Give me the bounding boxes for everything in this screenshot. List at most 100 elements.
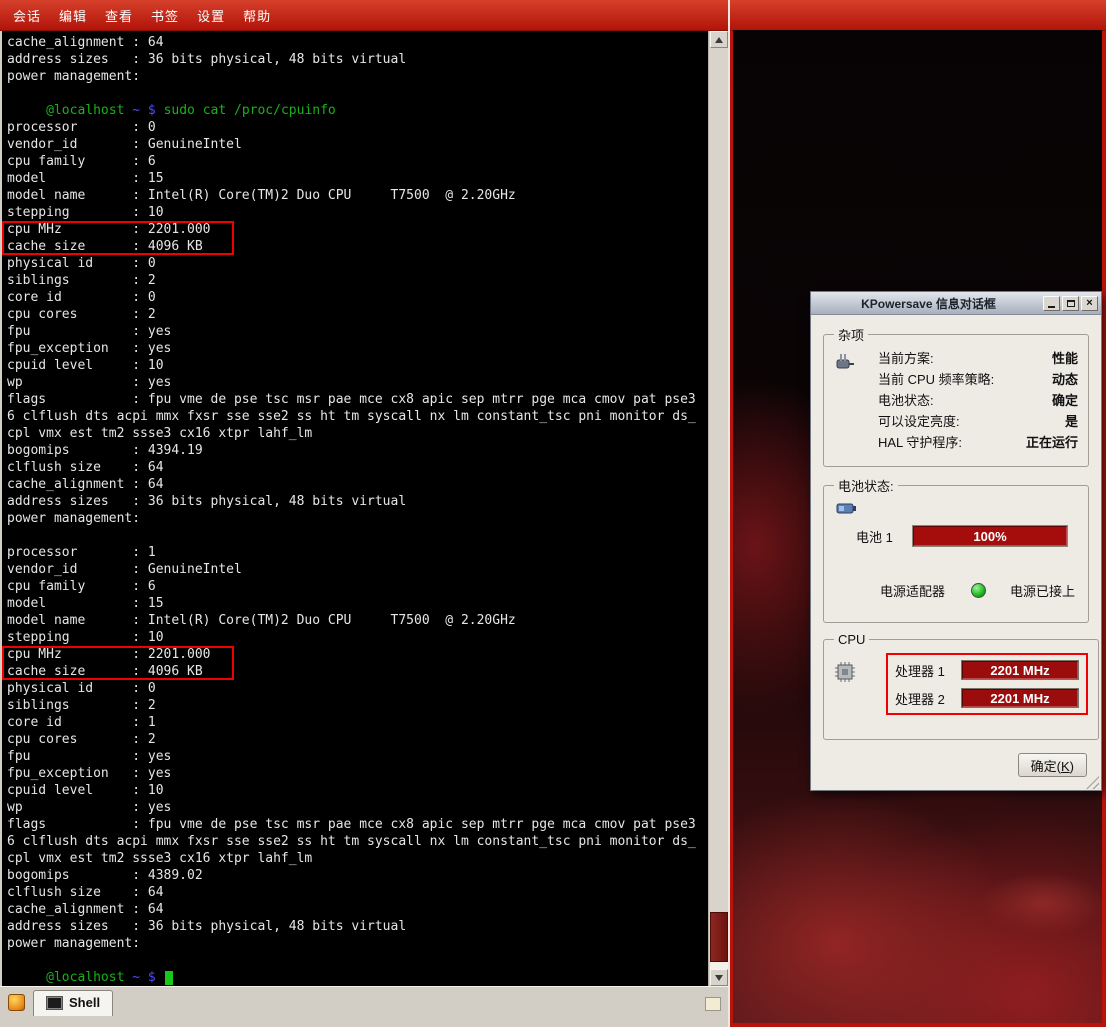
minimize-icon bbox=[1048, 306, 1055, 308]
terminal-line: fpu : yes bbox=[7, 323, 696, 340]
maximize-icon bbox=[1067, 300, 1075, 307]
tab-shell[interactable]: Shell bbox=[33, 990, 113, 1016]
session-list-button[interactable] bbox=[702, 993, 724, 1015]
row-label: 当前方案: bbox=[878, 348, 934, 367]
menu-item-bookmarks[interactable]: 书签 bbox=[142, 2, 188, 29]
terminal-line: siblings : 2 bbox=[7, 272, 696, 289]
menu-item-settings[interactable]: 设置 bbox=[188, 2, 234, 29]
terminal-line: cpu cores : 2 bbox=[7, 306, 696, 323]
annotation-highlight: cpu MHz : 2201.000 bbox=[2, 221, 234, 238]
right-window-titlebar bbox=[730, 0, 1106, 31]
row-label: 电池状态: bbox=[878, 390, 934, 409]
terminal-line: bogomips : 4394.19 bbox=[7, 442, 696, 459]
terminal-scrollbar[interactable] bbox=[708, 31, 728, 986]
terminal-line: clflush size : 64 bbox=[7, 884, 696, 901]
annotation-highlight: cpu MHz : 2201.000 bbox=[2, 646, 234, 663]
terminal-line: physical id : 0 bbox=[7, 680, 696, 697]
terminal-line: wp : yes bbox=[7, 799, 696, 816]
row-label: 可以设定亮度: bbox=[878, 411, 960, 430]
cpu-row-2: 处理器 2 2201 MHz bbox=[895, 688, 1079, 708]
misc-row-hal-daemon: HAL 守护程序: 正在运行 bbox=[878, 431, 1078, 452]
adapter-status: 电源已接上 bbox=[1010, 581, 1075, 600]
terminal-line: fpu : yes bbox=[7, 748, 696, 765]
terminal-line: cpl vmx est tm2 ssse3 cx16 xtpr lahf_lm bbox=[7, 425, 696, 442]
terminal-line: cpuid level : 10 bbox=[7, 782, 696, 799]
menu-item-view[interactable]: 查看 bbox=[96, 2, 142, 29]
terminal-line: address sizes : 36 bits physical, 48 bit… bbox=[7, 51, 696, 68]
terminal-screen[interactable]: cache_alignment : 64address sizes : 36 b… bbox=[2, 31, 708, 986]
terminal-line: core id : 0 bbox=[7, 289, 696, 306]
terminal-line: clflush size : 64 bbox=[7, 459, 696, 476]
misc-row-brightness: 可以设定亮度: 是 bbox=[878, 410, 1078, 431]
resize-grip[interactable] bbox=[1086, 776, 1099, 789]
misc-group: 杂项 当前方案: 性能 bbox=[823, 325, 1089, 467]
terminal-line: wp : yes bbox=[7, 374, 696, 391]
terminal-line: power management: bbox=[7, 935, 696, 952]
terminal-line: address sizes : 36 bits physical, 48 bit… bbox=[7, 918, 696, 935]
dialog-titlebar[interactable]: KPowersave 信息对话框 × bbox=[811, 292, 1101, 315]
close-button[interactable]: × bbox=[1081, 296, 1098, 311]
terminal-line: cpu MHz : 2201.000 bbox=[7, 221, 696, 238]
terminal-line: cpu family : 6 bbox=[7, 153, 696, 170]
battery-label: 电池 1 bbox=[856, 527, 902, 546]
terminal-line bbox=[7, 952, 696, 969]
battery-group: 电池状态: 电池 1 100% bbox=[823, 476, 1089, 623]
cpu1-frequency: 2201 MHz bbox=[990, 663, 1049, 678]
terminal-line: @localhost ~ $ bbox=[7, 969, 696, 986]
scrollbar-down-button[interactable] bbox=[710, 969, 728, 986]
row-value: 确定 bbox=[1052, 390, 1078, 409]
terminal-line: 6 clflush dts acpi mmx fxsr sse sse2 ss … bbox=[7, 408, 696, 425]
ok-label-end: ) bbox=[1070, 759, 1074, 774]
ac-adapter-led-icon bbox=[971, 583, 986, 598]
terminal-line: power management: bbox=[7, 68, 696, 85]
tab-label: Shell bbox=[69, 995, 100, 1010]
adapter-row: 电源适配器 电源已接上 bbox=[880, 581, 1078, 600]
power-plug-icon bbox=[834, 347, 878, 452]
battery-group-legend: 电池状态: bbox=[834, 476, 898, 495]
terminal-line: cache_alignment : 64 bbox=[7, 34, 696, 51]
new-session-icon bbox=[8, 994, 25, 1011]
terminal-line: cpu cores : 2 bbox=[7, 731, 696, 748]
window-buttons: × bbox=[1043, 296, 1098, 311]
terminal-icon bbox=[46, 996, 63, 1010]
kpowersave-dialog: KPowersave 信息对话框 × 杂项 bbox=[810, 291, 1102, 791]
maximize-button[interactable] bbox=[1062, 296, 1079, 311]
new-session-button[interactable] bbox=[4, 990, 28, 1014]
terminal-line: cpl vmx est tm2 ssse3 cx16 xtpr lahf_lm bbox=[7, 850, 696, 867]
arrow-down-icon bbox=[715, 975, 723, 985]
terminal-line: cpu MHz : 2201.000 bbox=[7, 646, 696, 663]
row-value: 性能 bbox=[1052, 348, 1078, 367]
scrollbar-up-button[interactable] bbox=[710, 31, 728, 48]
misc-row-battery-state: 电池状态: 确定 bbox=[878, 389, 1078, 410]
adapter-label: 电源适配器 bbox=[880, 581, 945, 600]
terminal-line: processor : 0 bbox=[7, 119, 696, 136]
row-value: 正在运行 bbox=[1026, 432, 1078, 451]
minimize-button[interactable] bbox=[1043, 296, 1060, 311]
terminal-output: cache_alignment : 64address sizes : 36 b… bbox=[2, 34, 696, 986]
session-list-icon bbox=[705, 997, 721, 1011]
scrollbar-track-gap bbox=[710, 962, 728, 969]
terminal-line: cpu family : 6 bbox=[7, 578, 696, 595]
ok-accel-key: K bbox=[1061, 759, 1070, 774]
cpu-group-legend: CPU bbox=[834, 632, 869, 647]
terminal-line: stepping : 10 bbox=[7, 629, 696, 646]
menu-item-edit[interactable]: 编辑 bbox=[50, 2, 96, 29]
ok-label: 确定( bbox=[1031, 759, 1061, 774]
menu-item-help[interactable]: 帮助 bbox=[234, 2, 280, 29]
terminal-line: fpu_exception : yes bbox=[7, 340, 696, 357]
misc-row-scheme: 当前方案: 性能 bbox=[878, 347, 1078, 368]
scrollbar-thumb[interactable] bbox=[710, 912, 728, 962]
cpu2-frequency-bar: 2201 MHz bbox=[961, 688, 1079, 708]
terminal-line: flags : fpu vme de pse tsc msr pae mce c… bbox=[7, 391, 696, 408]
terminal-line: model name : Intel(R) Core(TM)2 Duo CPU … bbox=[7, 187, 696, 204]
ok-button[interactable]: 确定(K) bbox=[1018, 753, 1087, 777]
terminal-line: vendor_id : GenuineIntel bbox=[7, 561, 696, 578]
terminal-line: cache_alignment : 64 bbox=[7, 476, 696, 493]
terminal-cursor bbox=[165, 971, 173, 985]
arrow-up-icon bbox=[715, 33, 723, 43]
terminal-line: fpu_exception : yes bbox=[7, 765, 696, 782]
cpu-annotation-box: 处理器 1 2201 MHz 处理器 2 2201 MHz bbox=[886, 653, 1088, 715]
menu-item-session[interactable]: 会话 bbox=[4, 2, 50, 29]
cpu-group: CPU 处理器 1 bbox=[823, 632, 1099, 740]
terminal-line: stepping : 10 bbox=[7, 204, 696, 221]
